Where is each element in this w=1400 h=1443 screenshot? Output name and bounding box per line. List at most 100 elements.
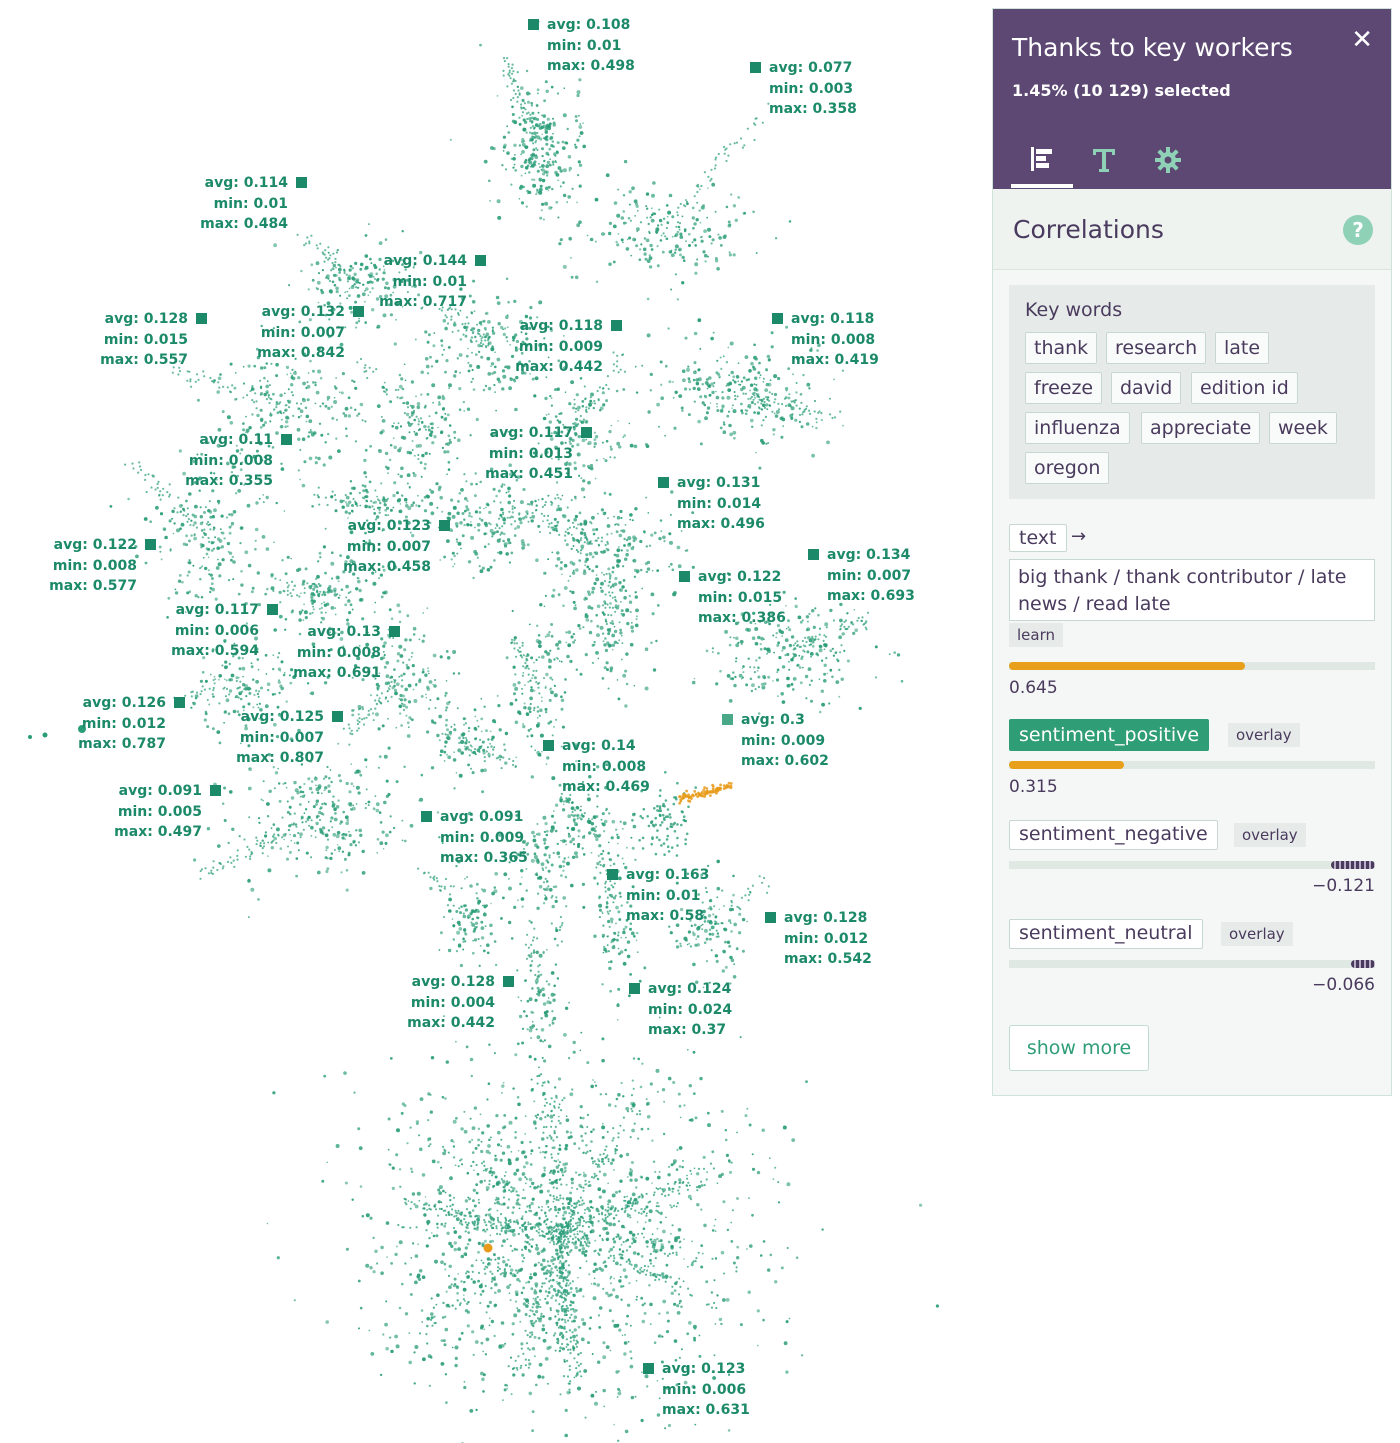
graph-node [217,381,220,384]
graph-node [530,132,534,135]
graph-node [805,405,808,408]
graph-node [324,404,328,408]
graph-node [666,215,669,218]
graph-node [484,925,487,928]
graph-node [465,329,468,332]
graph-node [385,674,390,679]
graph-node [557,640,562,644]
graph-node [393,445,398,450]
graph-node [555,642,559,647]
graph-node [351,713,355,717]
graph-node [764,415,768,419]
graph-node [190,519,193,522]
graph-node [792,677,797,681]
graph-node [264,653,268,657]
graph-node [366,376,369,380]
graph-node [517,681,521,685]
graph-node [602,951,605,954]
graph-node [612,944,616,947]
graph-node [701,401,704,404]
graph-node [270,398,273,401]
graph-node [412,501,416,505]
graph-node [388,685,392,688]
graph-node [615,365,619,368]
graph-node [447,346,451,349]
graph-node [456,920,461,925]
graph-node [337,580,340,583]
graph-node [788,220,792,223]
graph-node [596,633,600,637]
graph-node [820,659,824,662]
graph-node [285,700,288,703]
graph-node [251,586,255,590]
graph-node [707,175,710,178]
graph-node [605,439,609,443]
graph-node [301,817,304,820]
graph-node [331,802,336,807]
graph-node [297,831,300,835]
graph-node [556,493,559,496]
graph-node [521,150,525,154]
graph-node [625,247,630,251]
graph-node [529,516,532,519]
graph-node [528,503,531,506]
graph-node [645,238,650,243]
graph-node [548,522,551,526]
graph-node [377,498,380,501]
graph-node [789,405,793,408]
graph-node [829,413,832,416]
graph-node [396,396,399,399]
graph-node [668,565,671,568]
graph-node [471,332,474,335]
graph-node [574,143,577,146]
graph-node [754,376,758,380]
graph-node [546,830,549,833]
graph-node [576,817,579,820]
graph-node [595,651,599,655]
graph-node [679,235,684,240]
graph-node [440,415,444,419]
graph-node [444,740,448,744]
graph-node [444,370,447,374]
graph-node [327,406,331,410]
graph-node [513,299,517,303]
graph-node [471,300,476,304]
graph-node [799,681,803,685]
graph-node [611,591,614,594]
graph-node [755,451,757,454]
graph-node [447,460,451,464]
graph-node [714,156,718,159]
graph-node [191,513,195,517]
graph-node [327,789,331,794]
graph-node [473,310,476,313]
graph-node [454,522,459,526]
graph-node [311,278,315,282]
graph-node [520,201,525,205]
graph-node [732,404,734,407]
graph-node [200,546,203,549]
graph-node [345,781,349,786]
graph-node [477,350,481,354]
graph-node [477,328,481,333]
graph-node [574,851,578,856]
graph-node [672,381,674,383]
graph-node [605,905,609,909]
graph-node [502,69,505,72]
graph-node [656,569,660,572]
graph-node [463,930,467,933]
graph-node [199,506,202,509]
graph-node [728,643,732,647]
graph-node [250,665,254,669]
graph-node [583,541,586,544]
graph-node [603,491,607,495]
graph-node [513,639,516,642]
graph-node [491,891,495,896]
graph-node [300,269,303,273]
graph-node [768,391,771,394]
graph-node [596,805,599,808]
graph-node [825,645,827,648]
graph-node [742,376,746,380]
graph-node [406,482,409,485]
graph-node [554,829,558,833]
graph-node [557,496,560,499]
